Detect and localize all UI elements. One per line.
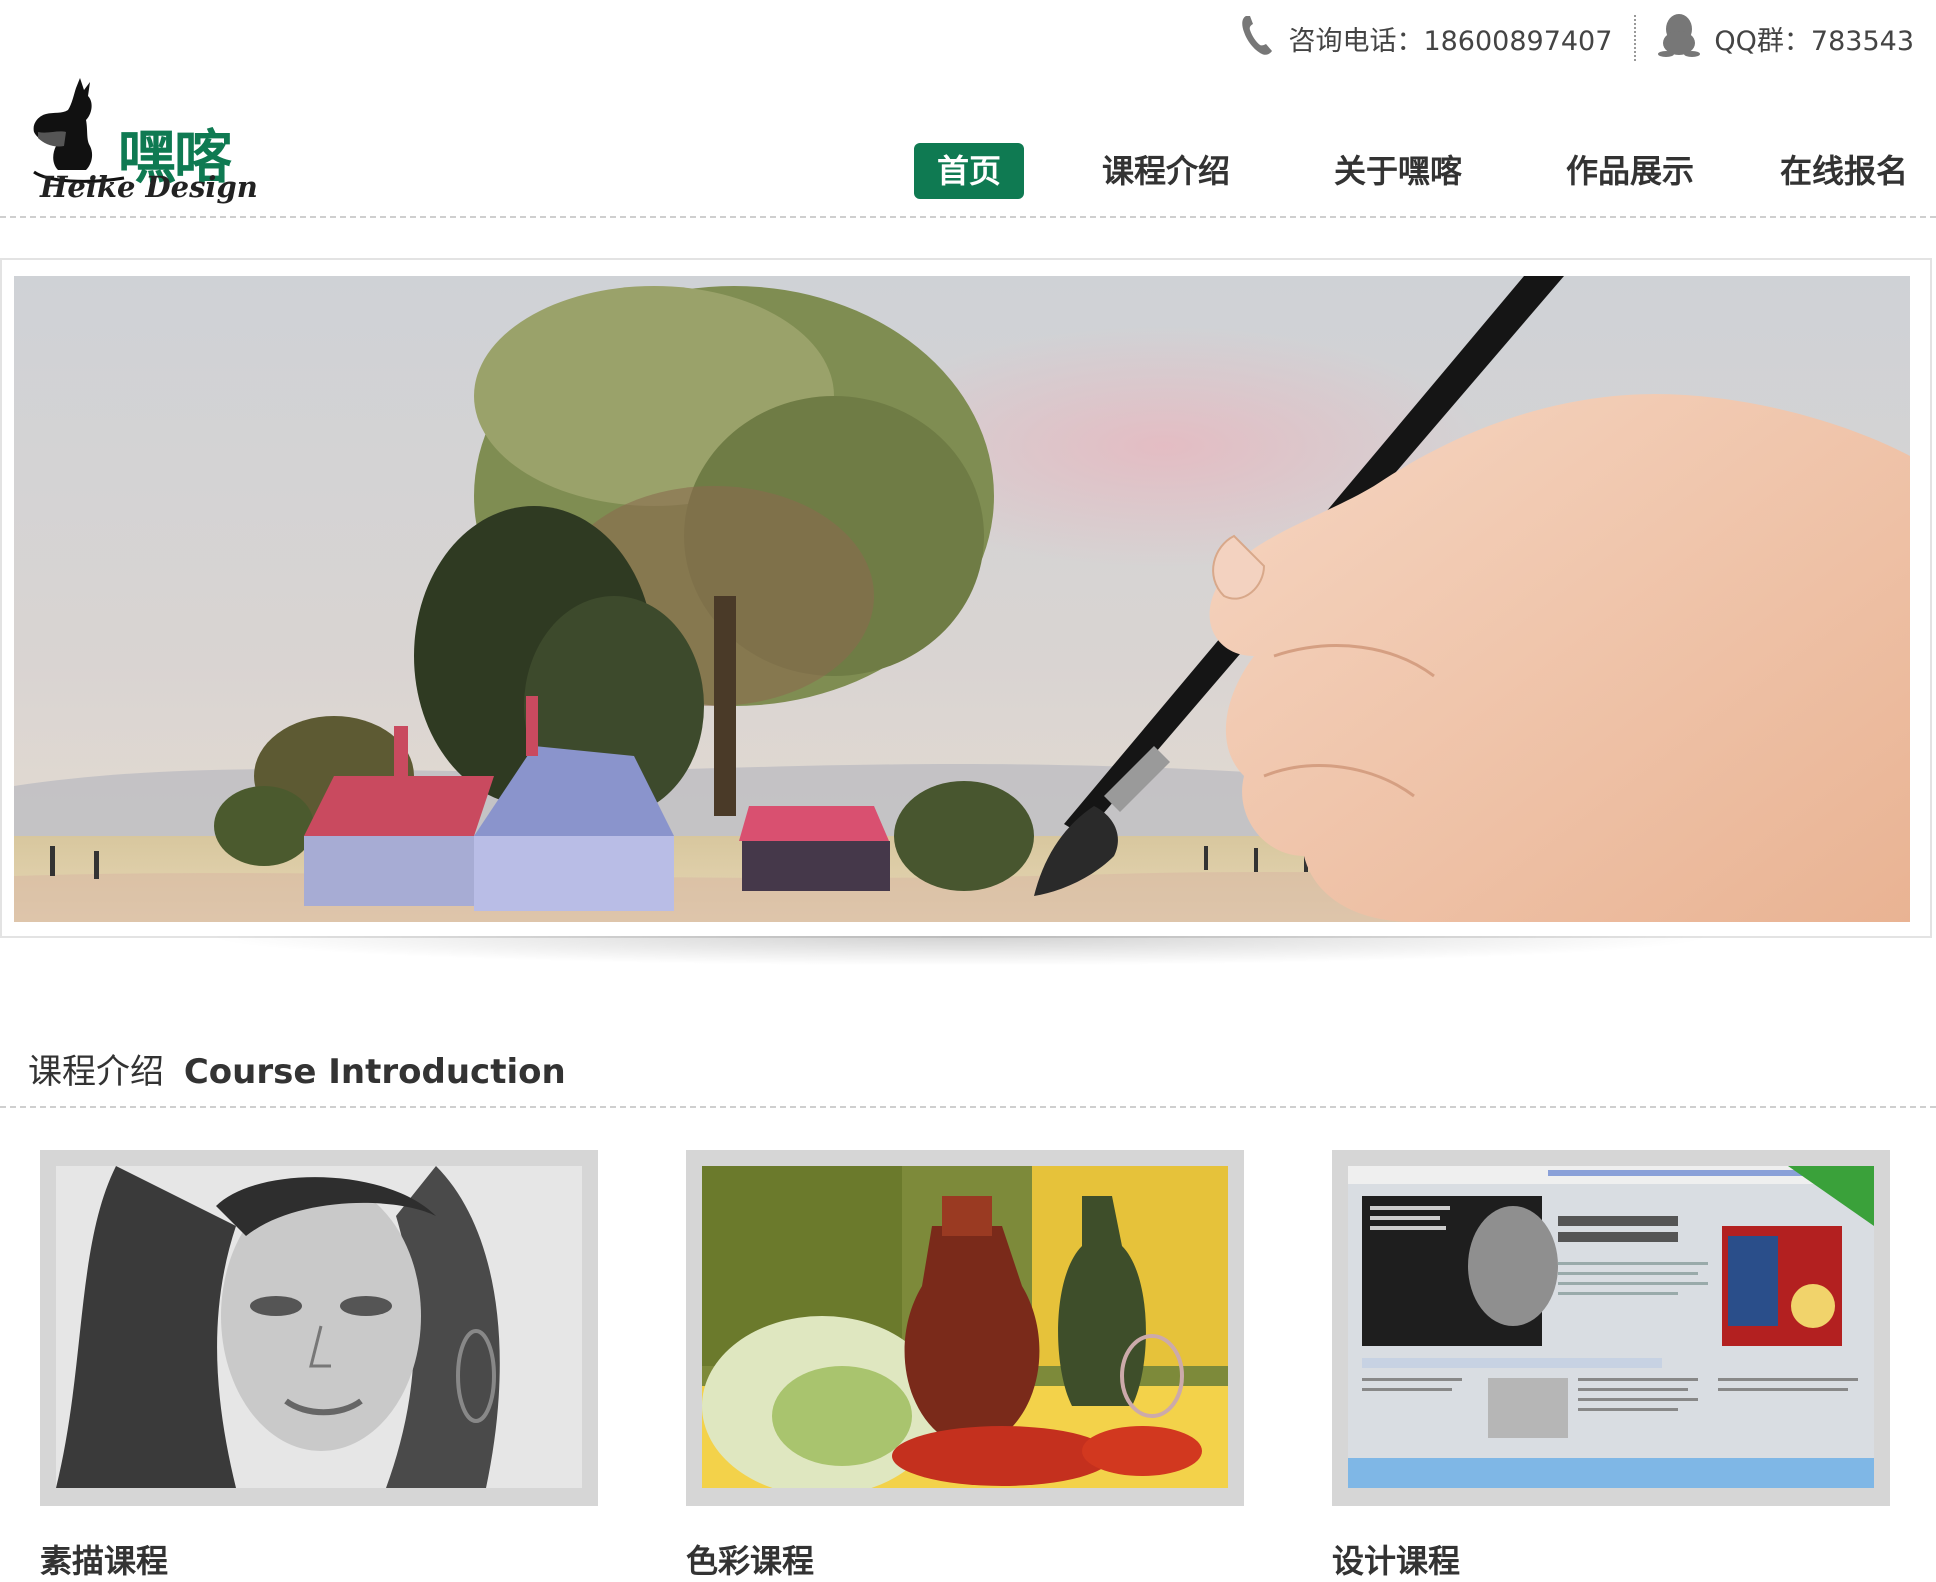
phone-icon (1240, 14, 1274, 63)
section-title: 课程介绍 Course Introduction (28, 1044, 566, 1093)
section-title-chinese: 课程介绍 (28, 1052, 164, 1092)
watercolor-painting-image (14, 276, 1910, 922)
course-card-sketch-title[interactable]: 素描课程 (40, 1536, 168, 1582)
section-title-english: Course Introduction (183, 1052, 566, 1092)
course-card-design-title[interactable]: 设计课程 (1332, 1536, 1460, 1582)
cat-logo-icon (33, 78, 125, 183)
website-design-image (1348, 1166, 1874, 1488)
topbar: 咨询电话：18600897407 QQ群：783543 (1240, 12, 1914, 65)
qq-label: QQ群：783543 (1714, 25, 1914, 57)
nav-item-works[interactable]: 作品展示 (1550, 143, 1710, 199)
contact-divider (1634, 15, 1637, 61)
hero-banner[interactable] (14, 276, 1910, 922)
qq-contact: QQ群：783543 (1658, 12, 1914, 65)
sketch-portrait-image (56, 1166, 582, 1488)
logo-english-name: Heike Design (40, 170, 258, 204)
course-card-design[interactable] (1332, 1150, 1890, 1506)
course-card-sketch[interactable] (40, 1150, 598, 1506)
banner-shadow (200, 936, 1720, 966)
logo[interactable]: 嘿喀 Heike Design (28, 74, 258, 206)
phone-label: 咨询电话：18600897407 (1288, 25, 1613, 57)
still-life-painting-image (702, 1166, 1228, 1488)
course-card-color-title[interactable]: 色彩课程 (686, 1536, 814, 1582)
nav-item-signup[interactable]: 在线报名 (1764, 143, 1924, 199)
nav-item-about[interactable]: 关于嘿喀 (1318, 143, 1478, 199)
section-divider (0, 1106, 1936, 1108)
phone-contact: 咨询电话：18600897407 (1240, 14, 1612, 63)
course-card-color[interactable] (686, 1150, 1244, 1506)
nav-item-home[interactable]: 首页 (914, 143, 1024, 199)
qq-penguin-icon (1658, 12, 1701, 65)
main-nav: 首页 课程介绍 关于嘿喀 作品展示 在线报名 (886, 143, 1936, 201)
nav-item-courses[interactable]: 课程介绍 (1086, 143, 1246, 199)
header-divider (0, 216, 1936, 218)
